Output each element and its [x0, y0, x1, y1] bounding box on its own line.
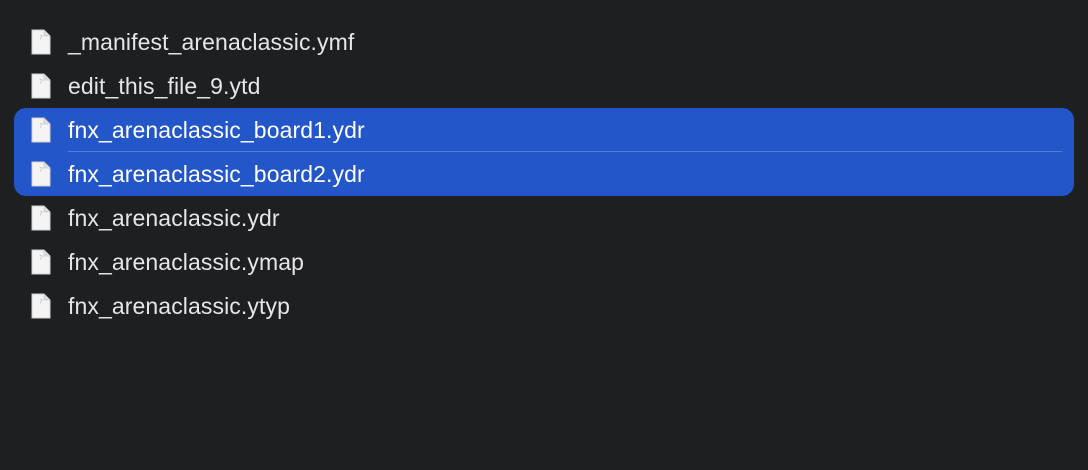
document-icon: ? [30, 117, 52, 143]
document-icon: ? [30, 29, 52, 55]
svg-text:?: ? [39, 78, 43, 86]
svg-text:?: ? [39, 254, 43, 262]
document-icon: ? [30, 293, 52, 319]
file-row[interactable]: ? edit_this_file_9.ytd [14, 64, 1074, 108]
svg-text:?: ? [39, 166, 43, 174]
file-row[interactable]: ? fnx_arenaclassic.ymap [14, 240, 1074, 284]
svg-text:?: ? [39, 298, 43, 306]
file-row-selected[interactable]: ? fnx_arenaclassic_board2.ydr [14, 152, 1074, 196]
svg-text:?: ? [39, 34, 43, 42]
document-icon: ? [30, 249, 52, 275]
document-icon: ? [30, 161, 52, 187]
file-row[interactable]: ? fnx_arenaclassic.ytyp [14, 284, 1074, 328]
svg-text:?: ? [39, 210, 43, 218]
file-name: edit_this_file_9.ytd [68, 72, 261, 99]
file-name: fnx_arenaclassic.ymap [68, 248, 305, 275]
file-name: fnx_arenaclassic.ytyp [68, 292, 290, 319]
document-icon: ? [30, 205, 52, 231]
file-name: fnx_arenaclassic_board1.ydr [68, 116, 365, 143]
file-row[interactable]: ? _manifest_arenaclassic.ymf [14, 20, 1074, 64]
file-name: fnx_arenaclassic.ydr [68, 204, 280, 231]
svg-text:?: ? [39, 122, 43, 130]
file-row[interactable]: ? fnx_arenaclassic.ydr [14, 196, 1074, 240]
document-icon: ? [30, 73, 52, 99]
file-name: fnx_arenaclassic_board2.ydr [68, 160, 365, 187]
file-list: ? _manifest_arenaclassic.ymf ? edit_this… [14, 20, 1074, 328]
file-row-selected[interactable]: ? fnx_arenaclassic_board1.ydr [14, 108, 1074, 152]
file-name: _manifest_arenaclassic.ymf [68, 28, 355, 55]
